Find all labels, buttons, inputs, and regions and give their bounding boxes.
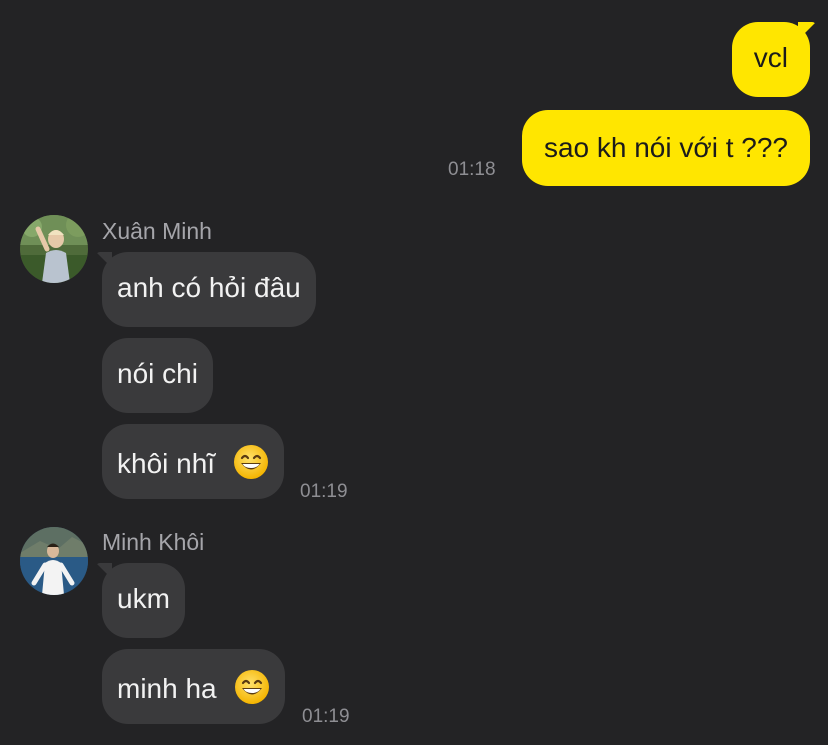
chat-area: vcl 01:18 sao kh nói với t ??? Xuân Minh…	[0, 0, 828, 745]
incoming-message-bubble[interactable]: nói chi	[102, 338, 213, 413]
message-text: sao kh nói với t ???	[543, 132, 788, 163]
bubble-tail	[96, 563, 112, 579]
message-text: khôi nhĩ	[117, 448, 216, 479]
avatar[interactable]	[20, 215, 88, 283]
grinning-face-emoji-icon	[235, 670, 270, 704]
grinning-face-emoji-icon	[233, 445, 268, 479]
message-text: ukm	[117, 583, 170, 614]
message-text: vcl	[753, 42, 788, 73]
bubble-tail	[96, 252, 112, 268]
message-text: anh có hỏi đâu	[117, 272, 301, 303]
message-timestamp: 01:19	[300, 481, 348, 502]
message-timestamp: 01:18	[448, 159, 496, 180]
outgoing-message-bubble[interactable]: sao kh nói với t ???	[521, 110, 810, 186]
incoming-message-bubble[interactable]: ukm	[96, 563, 185, 638]
avatar[interactable]	[20, 527, 88, 595]
message-text: minh ha	[117, 673, 217, 704]
incoming-message-bubble[interactable]: anh có hỏi đâu	[96, 252, 316, 327]
sender-name: Minh Khôi	[102, 529, 205, 555]
incoming-message-bubble[interactable]: minh ha	[102, 649, 286, 724]
bubble-tail	[798, 22, 816, 40]
message-text: nói chi	[117, 358, 198, 389]
sender-name: Xuân Minh	[102, 218, 212, 244]
outgoing-message-bubble[interactable]: vcl	[731, 22, 816, 97]
message-timestamp: 01:19	[302, 706, 350, 727]
incoming-message-bubble[interactable]: khôi nhĩ	[102, 424, 284, 499]
